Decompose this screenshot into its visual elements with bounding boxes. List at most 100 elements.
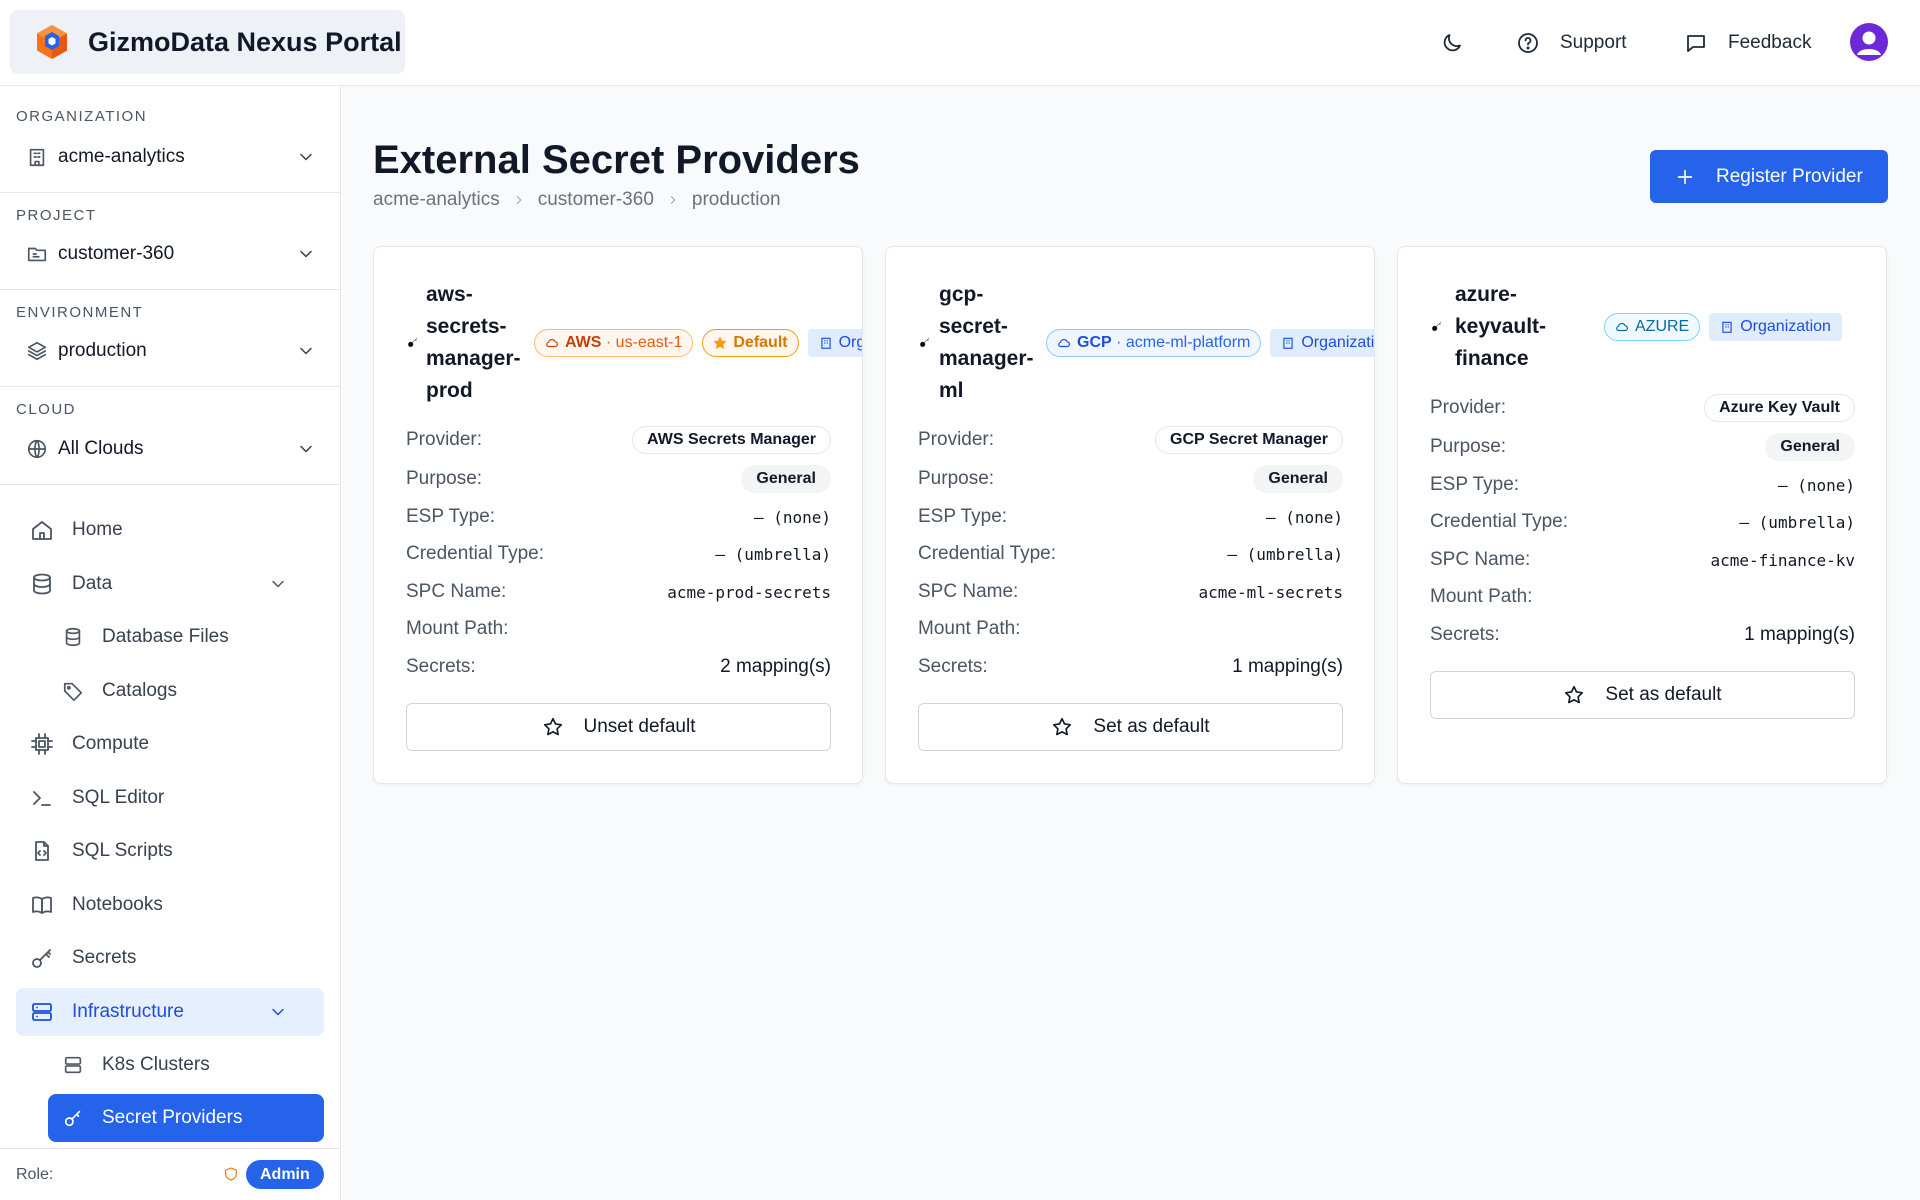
chevron-right-icon [516,195,521,205]
brand[interactable]: GizmoData Nexus Portal [10,10,405,74]
app-logo-icon [37,25,67,59]
key-icon [408,337,418,347]
nav-home[interactable]: Home [16,506,324,554]
cloud-icon [546,339,558,348]
purpose-row: Purpose: General [918,464,1343,494]
nav-secret-providers[interactable]: Secret Providers [48,1094,324,1142]
nav-catalogs[interactable]: Catalogs [48,667,324,715]
cloud-badge: AWS · us-east-1 [534,329,694,357]
building-icon [820,337,831,349]
register-provider-button[interactable]: Register Provider [1650,150,1888,203]
key-icon [64,1110,81,1127]
file-code-icon [35,841,49,861]
folder-icon [27,247,47,262]
environment-label: ENVIRONMENT [16,304,144,321]
spc-name-row: SPC Name: acme-finance-kv [1430,549,1855,570]
set-default-button[interactable]: Set as default [918,703,1343,751]
page-title: External Secret Providers [373,138,860,182]
nav-home-label: Home [72,519,123,540]
breadcrumb-organization[interactable]: acme-analytics [373,189,500,211]
cloud-select[interactable]: All Clouds [26,429,316,469]
nav-notebooks[interactable]: Notebooks [16,881,324,929]
provider-name: aws- secrets- manager- prod [426,283,521,402]
globe-icon [27,439,47,459]
organization-label: ORGANIZATION [16,108,148,125]
chevron-right-icon [670,195,676,205]
project-section: PROJECT customer-360 [0,193,340,290]
organization-select[interactable]: acme-analytics [26,137,316,177]
esp-type-row: ESP Type: — (none) [406,506,831,527]
database-icon [65,627,81,647]
provider-badges: GCP · acme-ml-platform Organization [1046,329,1374,357]
message-square-icon [1687,35,1705,52]
project-select[interactable]: customer-360 [26,234,316,274]
provider-card: gcp- secret- manager- ml GCP · acme-ml-p… [885,246,1375,784]
support-label: Support [1560,32,1627,53]
chevron-down-icon [272,1008,284,1016]
nav-data[interactable]: Data [16,560,324,608]
environment-value: production [58,340,147,361]
provider-name: azure- keyvault- finance [1455,283,1547,370]
secrets-row: Secrets: 2 mapping(s) [406,656,831,677]
scope-badge: Organization [807,329,862,357]
nav-infrastructure[interactable]: Infrastructure [16,988,324,1036]
layers-icon [27,341,47,361]
cloud-badge: GCP · acme-ml-platform [1046,329,1262,357]
provider-card: azure- keyvault- finance AZURE Organizat… [1397,246,1887,784]
breadcrumb-environment[interactable]: production [692,189,781,211]
star-icon [543,717,562,736]
nav-sql-editor-label: SQL Editor [72,787,165,808]
environment-section: ENVIRONMENT production [0,290,340,387]
breadcrumb-project[interactable]: customer-360 [538,189,654,211]
set-default-button[interactable]: Set as default [1430,671,1855,719]
esp-type-row: ESP Type: — (none) [918,506,1343,527]
spc-name-row: SPC Name: acme-ml-secrets [918,581,1343,602]
chevron-down-icon [300,347,312,355]
chevron-down-icon [300,153,312,161]
cloud-label: CLOUD [16,401,77,418]
spc-name-row: SPC Name: acme-prod-secrets [406,581,831,602]
nav-secrets[interactable]: Secrets [16,934,324,982]
shield-icon [225,1167,237,1181]
star-icon [1053,717,1072,736]
nav-compute[interactable]: Compute [16,720,324,768]
mount-path-row: Mount Path: [1430,586,1533,607]
cloud-icon [1616,323,1628,332]
scope-badge: Organization [1270,329,1374,357]
nav-secrets-label: Secrets [72,947,137,968]
home-icon [32,521,52,540]
purpose-row: Purpose: General [406,464,831,494]
help-circle-icon [1518,33,1538,53]
nav-sql-scripts-label: SQL Scripts [72,840,173,861]
feedback-button[interactable]: Feedback [1684,22,1811,64]
theme-toggle-button[interactable] [1440,22,1464,64]
terminal-icon [33,791,51,806]
chevron-down-icon [300,445,312,453]
project-value: customer-360 [58,243,175,264]
credential-type-row: Credential Type: — (umbrella) [918,543,1343,564]
breadcrumb: acme-analytics customer-360 production [373,189,781,211]
nav-notebooks-label: Notebooks [72,894,163,915]
nav-compute-label: Compute [72,733,150,754]
nav-sql-editor[interactable]: SQL Editor [16,774,324,822]
register-provider-label: Register Provider [1716,165,1863,187]
role-indicator: Role: Admin [0,1148,340,1200]
nav-catalogs-label: Catalogs [102,680,177,701]
user-avatar[interactable] [1850,23,1888,61]
nav-secret-providers-label: Secret Providers [102,1107,243,1128]
support-button[interactable]: Support [1516,22,1627,64]
nav-k8s-clusters[interactable]: K8s Clusters [48,1041,324,1089]
user-icon [1857,31,1881,55]
provider-chip: AWS Secrets Manager [632,426,831,454]
cloud-section: CLOUD All Clouds [0,387,340,485]
provider-row: Provider: GCP Secret Manager [918,425,1343,455]
environment-select[interactable]: production [26,331,316,371]
unset-default-button[interactable]: Unset default [406,703,831,751]
secrets-row: Secrets: 1 mapping(s) [918,656,1343,677]
star-icon [1565,685,1584,704]
key-icon [32,949,51,968]
nav-sql-scripts[interactable]: SQL Scripts [16,827,324,875]
building-icon [1722,321,1732,333]
nav-database-files[interactable]: Database Files [48,613,324,661]
provider-chip: GCP Secret Manager [1155,426,1343,454]
